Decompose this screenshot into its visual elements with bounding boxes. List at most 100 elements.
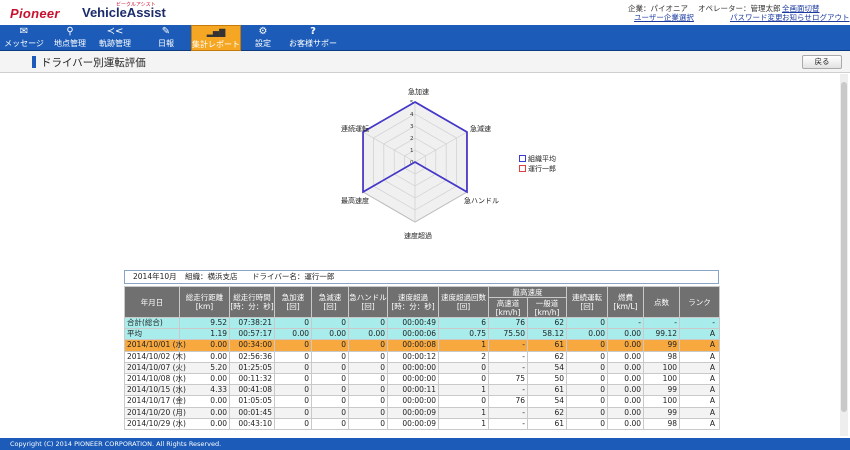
table-cell: 100 bbox=[643, 361, 680, 374]
table-cell: 76 bbox=[488, 395, 528, 408]
table-cell: 0.00 bbox=[607, 361, 644, 374]
table-cell: 75.50 bbox=[488, 328, 528, 341]
table-cell: 0 bbox=[311, 361, 349, 374]
header-decel[interactable]: 急減速 [回] bbox=[311, 286, 349, 318]
table-cell: - bbox=[488, 417, 528, 430]
header-rank[interactable]: ランク bbox=[679, 286, 720, 318]
vertical-scrollbar[interactable] bbox=[840, 74, 848, 436]
table-cell: 02:56:36 bbox=[229, 350, 275, 363]
header-general[interactable]: 一般道 [km/h] bbox=[527, 297, 567, 318]
table-row: 合計(総合) 9.52 07:38:21 0 0 0 00:00:49 6 76 62 0- - - bbox=[124, 316, 720, 330]
table-cell: 00:01:45 bbox=[229, 406, 275, 419]
table-cell: 99 bbox=[643, 384, 680, 397]
password-change-link[interactable]: パスワード変更 bbox=[730, 12, 783, 23]
header-accel[interactable]: 急加速 [回] bbox=[274, 286, 312, 318]
table-cell: A bbox=[679, 361, 720, 374]
table-cell: 98 bbox=[643, 417, 680, 430]
header-time[interactable]: 総走行時間 [時：分：秒] bbox=[229, 286, 275, 318]
nav-message[interactable]: ✉ メッセージ bbox=[2, 25, 46, 51]
table-cell: 0.00 bbox=[607, 350, 644, 363]
table-cell: 0 bbox=[348, 339, 388, 352]
table-cell: A bbox=[679, 395, 720, 408]
table-row[interactable]: 2014/10/20 (月) 0.00 00:01:45 0 0 0 00:00:09 1-6… bbox=[124, 406, 720, 419]
header-distance[interactable]: 総走行距離 [km] bbox=[179, 286, 230, 318]
table-cell: 0.00 bbox=[607, 406, 644, 419]
notice-link[interactable]: お知らせ bbox=[782, 12, 812, 23]
table-row[interactable]: 2014/10/08 (水) 0.00 00:11:32 0 0 0 00:00:00 0 75… bbox=[124, 372, 720, 386]
table-cell: A bbox=[679, 417, 720, 430]
table-cell: 00:11:32 bbox=[229, 372, 275, 386]
radar-axis-label: 速度超過 bbox=[404, 232, 432, 240]
table-cell: A bbox=[679, 406, 720, 419]
radar-legend: 組織平均 運行一郎 bbox=[519, 155, 556, 175]
table-cell: 100 bbox=[643, 395, 680, 408]
nav-daily-report[interactable]: ✎ 日報 bbox=[145, 25, 187, 51]
table-cell: 1 bbox=[438, 417, 489, 430]
table-row[interactable]: 2014/10/07 (火) 5.20 01:25:05 0 0 0 00:00:00 0-5… bbox=[124, 361, 720, 374]
table-cell: 0 bbox=[311, 384, 349, 397]
header-continuous[interactable]: 連続運転 [回] bbox=[566, 286, 608, 318]
table-cell: 00:00:00 bbox=[387, 361, 439, 374]
header-overspeed-count[interactable]: 速度超過回数 [回] bbox=[438, 286, 489, 318]
nav-support[interactable]: ? お客様サポート bbox=[286, 25, 340, 59]
header-maxspeed[interactable]: 最高速度 bbox=[488, 286, 567, 298]
table-cell: 00:00:06 bbox=[387, 328, 439, 341]
bar-chart-icon: ▂▅▇ bbox=[206, 28, 226, 37]
nav-location[interactable]: ⚲ 地点管理 bbox=[50, 25, 90, 51]
table-cell: 平均 bbox=[124, 328, 180, 341]
header-label: 連続運転 bbox=[572, 293, 602, 302]
header-label: 急ハンドル bbox=[349, 293, 387, 302]
header-unit: [km/h] bbox=[534, 307, 560, 317]
header-overspeed[interactable]: 速度超過 [時：分：秒] bbox=[387, 286, 439, 318]
table-cell: 0.00 bbox=[179, 406, 230, 419]
table-cell: 00:00:08 bbox=[387, 339, 439, 352]
header-unit: [回] bbox=[286, 302, 300, 311]
table-cell: 1 bbox=[438, 339, 489, 352]
nav-track[interactable]: ≺< 軌跡管理 bbox=[94, 25, 136, 51]
header-highway[interactable]: 高速道 [km/h] bbox=[488, 297, 528, 318]
nav-label: 日報 bbox=[158, 39, 174, 48]
table-row[interactable]: 2014/10/02 (木) 0.00 02:56:36 0 0 0 00:00:12 2-6… bbox=[124, 350, 720, 363]
company-select-link[interactable]: ユーザー企業選択 bbox=[634, 12, 694, 23]
table-cell: 0 bbox=[566, 316, 608, 330]
legend-label: 組織平均 bbox=[528, 155, 556, 163]
table-cell: 0 bbox=[566, 395, 608, 408]
back-button[interactable]: 戻る bbox=[802, 55, 842, 69]
table-cell: 5.20 bbox=[179, 361, 230, 374]
table-cell: 54 bbox=[527, 395, 567, 408]
header-label: 急減速 bbox=[318, 293, 342, 302]
table-cell: - bbox=[488, 350, 528, 363]
table-cell: 00:00:00 bbox=[387, 395, 439, 408]
table-cell: 0 bbox=[274, 384, 312, 397]
table-cell: 0.00 bbox=[607, 328, 644, 341]
scrollbar-thumb[interactable] bbox=[841, 82, 847, 412]
header-fuel[interactable]: 燃費 [km/L] bbox=[607, 286, 644, 318]
table-row[interactable]: 2014/10/29 (水) 0.00 00:43:10 0 0 0 00:00:09 1-6… bbox=[124, 417, 720, 430]
table-cell: 0 bbox=[566, 339, 608, 352]
header-label: 燃費 bbox=[618, 293, 633, 302]
table-cell: 0 bbox=[274, 339, 312, 352]
table-row[interactable]: 2014/10/01 (水) 0.00 00:34:00 0 0 0 00:00:08 1-6… bbox=[124, 339, 720, 352]
table-cell: A bbox=[679, 384, 720, 397]
logout-link[interactable]: ログアウト bbox=[812, 12, 850, 23]
header-score[interactable]: 点数 bbox=[643, 286, 680, 318]
table-cell: 0 bbox=[274, 406, 312, 419]
table-cell: 0 bbox=[348, 361, 388, 374]
table-cell: 0 bbox=[311, 395, 349, 408]
table-cell: 0 bbox=[311, 417, 349, 430]
table-row[interactable]: 2014/10/17 (金) 0.00 01:05:05 0 0 0 00:00:00 0 76… bbox=[124, 395, 720, 408]
table-cell: 0.75 bbox=[438, 328, 489, 341]
table-cell: - bbox=[488, 339, 528, 352]
header-unit: [回] bbox=[323, 302, 337, 311]
table-cell: 58.12 bbox=[527, 328, 567, 341]
table-row[interactable]: 2014/10/15 (水) 4.33 00:41:08 0 0 0 00:00:11 1-6… bbox=[124, 384, 720, 397]
radar-axis-label: 連続運転 bbox=[341, 125, 369, 133]
radar-axis-label: 急減速 bbox=[470, 125, 491, 133]
table-cell: 2014/10/01 (水) bbox=[124, 339, 186, 352]
header-date[interactable]: 年月日 bbox=[124, 286, 180, 318]
table-cell: 2014/10/02 (木) bbox=[124, 350, 186, 363]
header-handle[interactable]: 急ハンドル [回] bbox=[348, 286, 388, 318]
nav-settings[interactable]: ⚙ 設定 bbox=[243, 25, 283, 51]
nav-summary-report[interactable]: ▂▅▇ 集計レポート bbox=[191, 25, 241, 51]
table-cell: 2014/10/15 (水) bbox=[124, 384, 186, 397]
